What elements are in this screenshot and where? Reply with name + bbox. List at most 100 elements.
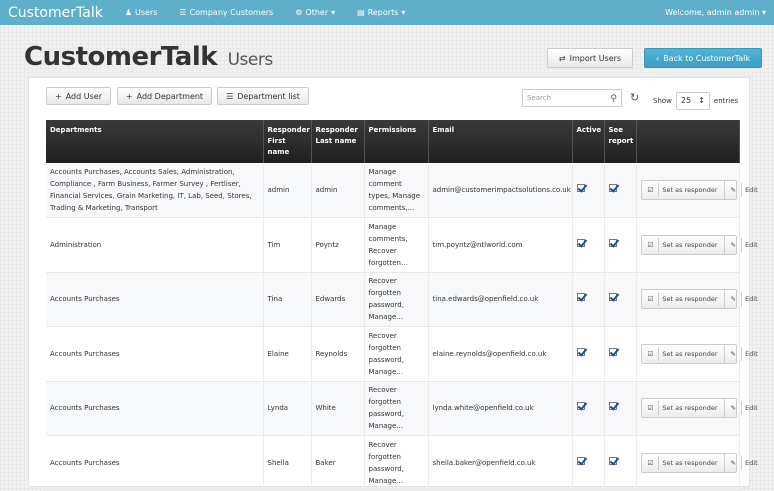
actions-cell: ☑ Set as responder ✎ Edit (636, 381, 761, 436)
search-input[interactable]: Search ⚲ (522, 89, 622, 107)
col-last-name[interactable]: Responder Last name (311, 120, 365, 163)
button-label: Edit (741, 237, 761, 252)
button-label: Set as responder (658, 292, 721, 307)
see-report-checkbox[interactable] (608, 238, 617, 247)
search-placeholder: Search (527, 94, 552, 102)
department-list-button[interactable]: ☰ Department list (217, 87, 309, 105)
edit-button[interactable]: ✎ Edit (723, 453, 764, 472)
see-report-checkbox[interactable] (608, 402, 617, 411)
last-name-cell: Edwards (311, 272, 365, 327)
active-checkbox[interactable] (576, 238, 585, 247)
button-label: Back to CustomerTalk (663, 53, 750, 63)
set-as-responder-button[interactable]: ☑ Set as responder (642, 236, 724, 254)
departments-cell: Accounts Purchases (46, 326, 264, 382)
edit-button[interactable]: ✎ Edit (723, 235, 764, 254)
email-cell: elaine.reynolds@openfield.co.uk (428, 326, 573, 382)
see-report-cell (604, 217, 637, 273)
action-group: ☑ Set as responder ✎ Edit (640, 289, 761, 310)
permissions-cell: Recover forgotten password, Manage... (364, 272, 429, 327)
email-cell: tim.poyntz@ntlworld.com (428, 217, 573, 273)
set-as-responder-button[interactable]: ☑ Set as responder (642, 399, 724, 417)
nav-company-customers[interactable]: ☰ Company Customers (179, 8, 273, 17)
active-checkbox[interactable] (576, 402, 585, 411)
action-group: ☑ Set as responder ✎ Edit (640, 452, 761, 473)
col-permissions[interactable]: Permissions (364, 120, 429, 163)
edit-icon: ✎ (730, 458, 736, 467)
last-name-cell: White (311, 381, 365, 436)
back-button[interactable]: ‹ Back to CustomerTalk (644, 48, 762, 68)
actions-cell: ☑ Set as responder ✎ Edit (636, 435, 761, 491)
set-as-responder-button[interactable]: ☑ Set as responder (642, 345, 724, 363)
col-email[interactable]: Email (428, 120, 573, 163)
user-menu[interactable]: Welcome, admin admin ▾ (665, 8, 766, 17)
edit-button[interactable]: ✎ Edit (723, 399, 764, 418)
button-label: Edit (741, 183, 761, 197)
chart-icon: ▤ (357, 8, 365, 17)
cogs-icon: ⚙ (295, 8, 303, 17)
edit-icon: ✎ (730, 186, 736, 194)
col-see-report[interactable]: See report (604, 120, 637, 163)
edit-button[interactable]: ✎ Edit (723, 344, 764, 363)
see-report-cell (604, 326, 637, 382)
page-length-control: Show 25 ↕ entries (653, 92, 738, 110)
add-department-button[interactable]: + Add Department (117, 87, 212, 105)
active-checkbox[interactable] (576, 347, 585, 356)
active-cell (572, 381, 605, 436)
permissions-cell: Manage comments, Recover forgotten... (364, 217, 429, 273)
see-report-cell (604, 435, 637, 491)
caret-down-icon: ▾ (401, 8, 406, 17)
nav-users[interactable]: ♟ Users (125, 8, 158, 17)
active-checkbox[interactable] (576, 184, 585, 192)
see-report-cell (604, 272, 637, 327)
actions-cell: ☑ Set as responder ✎ Edit (636, 217, 761, 273)
welcome-text: Welcome, admin admin (665, 8, 760, 17)
check-square-icon: ☑ (647, 295, 654, 304)
edit-button[interactable]: ✎ Edit (723, 181, 764, 199)
list-icon: ☰ (179, 8, 187, 17)
caret-down-icon: ▾ (331, 8, 336, 17)
col-departments[interactable]: Departments (46, 120, 264, 163)
see-report-checkbox[interactable] (608, 293, 617, 302)
email-cell: tina.edwards@openfield.co.uk (428, 272, 573, 327)
add-user-button[interactable]: + Add User (46, 87, 111, 105)
last-name-cell: Reynolds (311, 326, 365, 382)
active-checkbox[interactable] (576, 456, 585, 465)
see-report-cell (604, 163, 637, 218)
first-name-cell: Elaine (263, 326, 312, 382)
set-as-responder-button[interactable]: ☑ Set as responder (642, 181, 724, 199)
edit-button[interactable]: ✎ Edit (723, 290, 764, 309)
active-checkbox[interactable] (576, 293, 585, 302)
first-name-cell: Lynda (263, 381, 312, 436)
see-report-checkbox[interactable] (608, 456, 617, 465)
last-name-cell: Baker (311, 435, 365, 491)
title-main: CustomerTalk (24, 42, 218, 72)
nav-label: Reports (367, 8, 399, 17)
plus-icon: + (125, 91, 133, 101)
button-label: Edit (741, 401, 761, 416)
nav-reports[interactable]: ▤ Reports ▾ (357, 8, 405, 17)
action-group: ☑ Set as responder ✎ Edit (640, 180, 761, 200)
button-label: Set as responder (658, 237, 721, 252)
check-square-icon: ☑ (647, 458, 654, 467)
users-table: Departments Responder First name Respond… (46, 120, 761, 491)
active-cell (572, 326, 605, 382)
see-report-checkbox[interactable] (608, 184, 617, 192)
action-group: ☑ Set as responder ✎ Edit (640, 343, 761, 364)
entries-select[interactable]: 25 ↕ (675, 92, 710, 110)
edit-icon: ✎ (730, 349, 736, 358)
list-icon: ☰ (226, 91, 234, 101)
see-report-checkbox[interactable] (608, 347, 617, 356)
departments-cell: Accounts Purchases (46, 435, 264, 491)
col-active[interactable]: Active (572, 120, 605, 163)
button-label: Edit (741, 455, 761, 470)
refresh-icon[interactable]: ↻ (630, 91, 639, 104)
col-first-name[interactable]: Responder First name (263, 120, 312, 163)
nav-other[interactable]: ⚙ Other ▾ (295, 8, 335, 17)
first-name-cell: Tim (263, 217, 312, 273)
search-icon[interactable]: ⚲ (610, 94, 617, 104)
set-as-responder-button[interactable]: ☑ Set as responder (642, 454, 724, 472)
brand-logo[interactable]: CustomerTalk (8, 5, 103, 21)
set-as-responder-button[interactable]: ☑ Set as responder (642, 290, 724, 308)
import-users-button[interactable]: ⇄ Import Users (547, 48, 633, 68)
table-row: Accounts Purchases, Accounts Sales, Admi… (46, 163, 761, 218)
